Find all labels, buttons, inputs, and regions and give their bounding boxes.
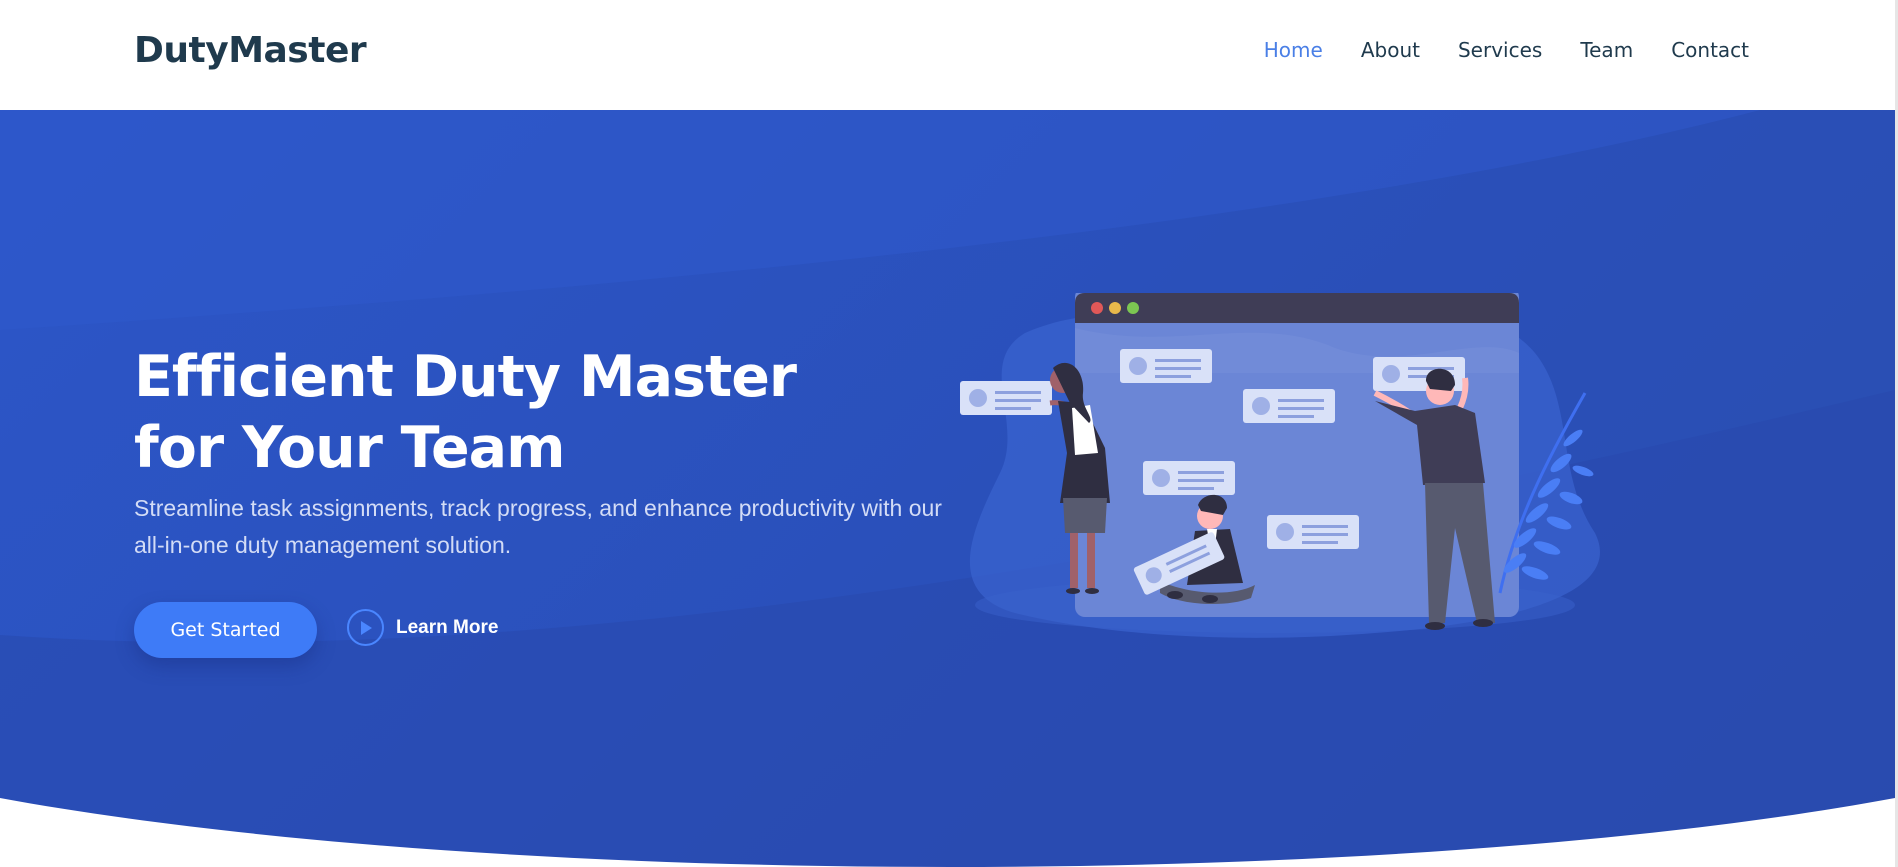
nav-contact[interactable]: Contact	[1671, 38, 1749, 62]
play-icon[interactable]	[347, 609, 384, 646]
hero-title: Efficient Duty Master for Your Team	[134, 344, 797, 481]
hero-section: Efficient Duty Master for Your Team Stre…	[0, 110, 1895, 867]
learn-more-label: Learn More	[396, 616, 499, 638]
main-nav: Home About Services Team Contact	[1226, 38, 1749, 62]
nav-home[interactable]: Home	[1264, 38, 1323, 62]
task-card	[1143, 461, 1235, 495]
nav-services[interactable]: Services	[1458, 38, 1542, 62]
get-started-button[interactable]: Get Started	[134, 602, 317, 658]
task-card	[1267, 515, 1359, 549]
logo[interactable]: DutyMaster	[134, 30, 367, 71]
learn-more-link[interactable]: Learn More	[347, 609, 498, 646]
nav-about[interactable]: About	[1361, 38, 1420, 62]
hero-subtitle: Streamline task assignments, track progr…	[134, 495, 942, 558]
task-card	[1120, 349, 1212, 383]
nav-team[interactable]: Team	[1580, 38, 1633, 62]
team-task-board-illustration	[960, 293, 1600, 638]
task-card	[1243, 389, 1335, 423]
task-card	[960, 381, 1052, 415]
site-header: DutyMaster Home About Services Team Cont…	[0, 0, 1895, 110]
